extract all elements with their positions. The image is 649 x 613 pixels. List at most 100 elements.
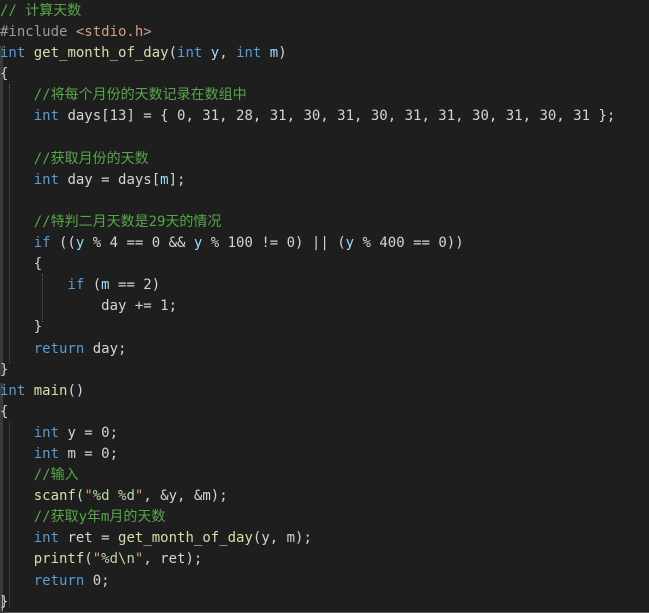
code-token: m = 0; — [59, 445, 119, 462]
code-token: main — [33, 382, 68, 399]
code-token: #include — [0, 24, 76, 41]
code-line[interactable]: int y = 0; — [0, 423, 649, 444]
code-comment: //输入 — [33, 467, 79, 484]
code-line[interactable]: int days[13] = { 0, 31, 28, 31, 30, 31, … — [0, 106, 649, 127]
code-token: (( — [50, 235, 76, 252]
code-line[interactable]: { — [0, 402, 649, 423]
code-token: ]; — [168, 171, 186, 188]
code-lines[interactable]: // 计算天数 #include <stdio.h> int get_month_o… — [0, 1, 649, 613]
code-token: m — [101, 277, 110, 294]
code-token: ( — [168, 45, 178, 62]
code-token: days[13] = { 0, 31, 28, 31, 30, 31, 30, … — [59, 108, 616, 125]
code-token: m — [160, 171, 169, 188]
code-line[interactable]: int get_month_of_day(int y, int m) — [0, 43, 649, 64]
code-line[interactable]: } — [0, 317, 649, 338]
code-token: { — [0, 66, 9, 83]
code-line[interactable]: // 计算天数 — [0, 1, 649, 22]
code-line[interactable]: //获取月份的天数 — [0, 149, 649, 170]
code-token: if — [33, 235, 51, 252]
code-token: int — [236, 45, 262, 62]
code-line[interactable]: if (m == 2) — [0, 275, 649, 296]
code-token: int — [33, 108, 60, 125]
code-line[interactable]: scanf("%d %d", &y, &m); — [0, 486, 649, 507]
code-line[interactable]: int main() — [0, 381, 649, 402]
code-token: printf — [33, 551, 85, 568]
code-line[interactable]: if ((y % 4 == 0 && y % 100 != 0) || (y %… — [0, 233, 649, 254]
code-token: ) — [278, 45, 287, 62]
code-line[interactable]: } — [0, 592, 649, 613]
code-token: (y, m); — [252, 530, 312, 547]
code-token: % 400 == 0)) — [354, 235, 464, 252]
code-token: int — [177, 45, 203, 62]
code-token: } — [0, 361, 9, 378]
code-line[interactable]: #include <stdio.h> — [0, 22, 649, 43]
code-token: int — [0, 45, 26, 62]
code-line[interactable]: int day = days[m]; — [0, 170, 649, 191]
text-cursor — [2, 595, 3, 611]
code-token: return — [33, 340, 85, 357]
code-token: int — [33, 530, 60, 547]
code-token: ret = — [59, 530, 119, 547]
code-comment: //获取月份的天数 — [33, 150, 149, 167]
code-token: m — [269, 45, 279, 62]
code-token: () — [67, 382, 85, 399]
code-token: " — [84, 488, 93, 505]
code-line[interactable]: int m = 0; — [0, 444, 649, 465]
code-line[interactable]: int ret = get_month_of_day(y, m); — [0, 528, 649, 549]
code-line[interactable]: //获取y年m月的天数 — [0, 507, 649, 528]
code-token: int — [33, 424, 60, 441]
code-editor[interactable]: // 计算天数 #include <stdio.h> int get_month_o… — [0, 0, 649, 613]
code-token: 0; — [84, 572, 110, 589]
code-comment: // 计算天数 — [0, 3, 82, 19]
code-token: y — [345, 235, 355, 252]
code-line[interactable]: { — [0, 64, 649, 85]
code-line[interactable]: return day; — [0, 339, 649, 360]
code-line[interactable]: //将每个月份的天数记录在数组中 — [0, 85, 649, 106]
code-token: y — [210, 45, 220, 62]
code-line[interactable]: printf("%d\n", ret); — [0, 549, 649, 570]
code-token: if — [67, 277, 85, 294]
code-token: return — [33, 572, 85, 589]
code-token: day = days[ — [59, 171, 161, 188]
code-token: ( — [84, 551, 93, 568]
code-line[interactable]: day += 1; — [0, 296, 649, 317]
code-token: day += 1; — [0, 298, 178, 315]
code-line[interactable] — [0, 128, 649, 149]
code-token: get_month_of_day — [33, 45, 169, 62]
code-line[interactable]: //特判二月天数是29天的情况 — [0, 212, 649, 233]
code-line[interactable]: return 0; — [0, 571, 649, 592]
code-token: y = 0; — [59, 424, 119, 441]
code-token: , ret); — [143, 551, 203, 568]
code-line[interactable]: } — [0, 360, 649, 381]
code-comment: //特判二月天数是29天的情况 — [33, 213, 222, 230]
code-token: , &y, &m); — [143, 488, 228, 505]
code-token: day; — [84, 340, 127, 357]
code-line[interactable] — [0, 191, 649, 212]
code-line[interactable]: //输入 — [0, 465, 649, 486]
code-token: , — [219, 45, 237, 62]
code-token: %d\n — [101, 551, 135, 568]
code-token: int — [33, 445, 60, 462]
code-line[interactable]: { — [0, 254, 649, 275]
code-token: == 2) — [109, 277, 161, 294]
code-token: % 4 == 0 && — [84, 235, 194, 252]
code-token: { — [0, 256, 43, 273]
code-token: " — [92, 551, 102, 568]
code-comment: //获取y年m月的天数 — [33, 509, 166, 526]
code-token: % 100 != 0) || ( — [202, 235, 346, 252]
